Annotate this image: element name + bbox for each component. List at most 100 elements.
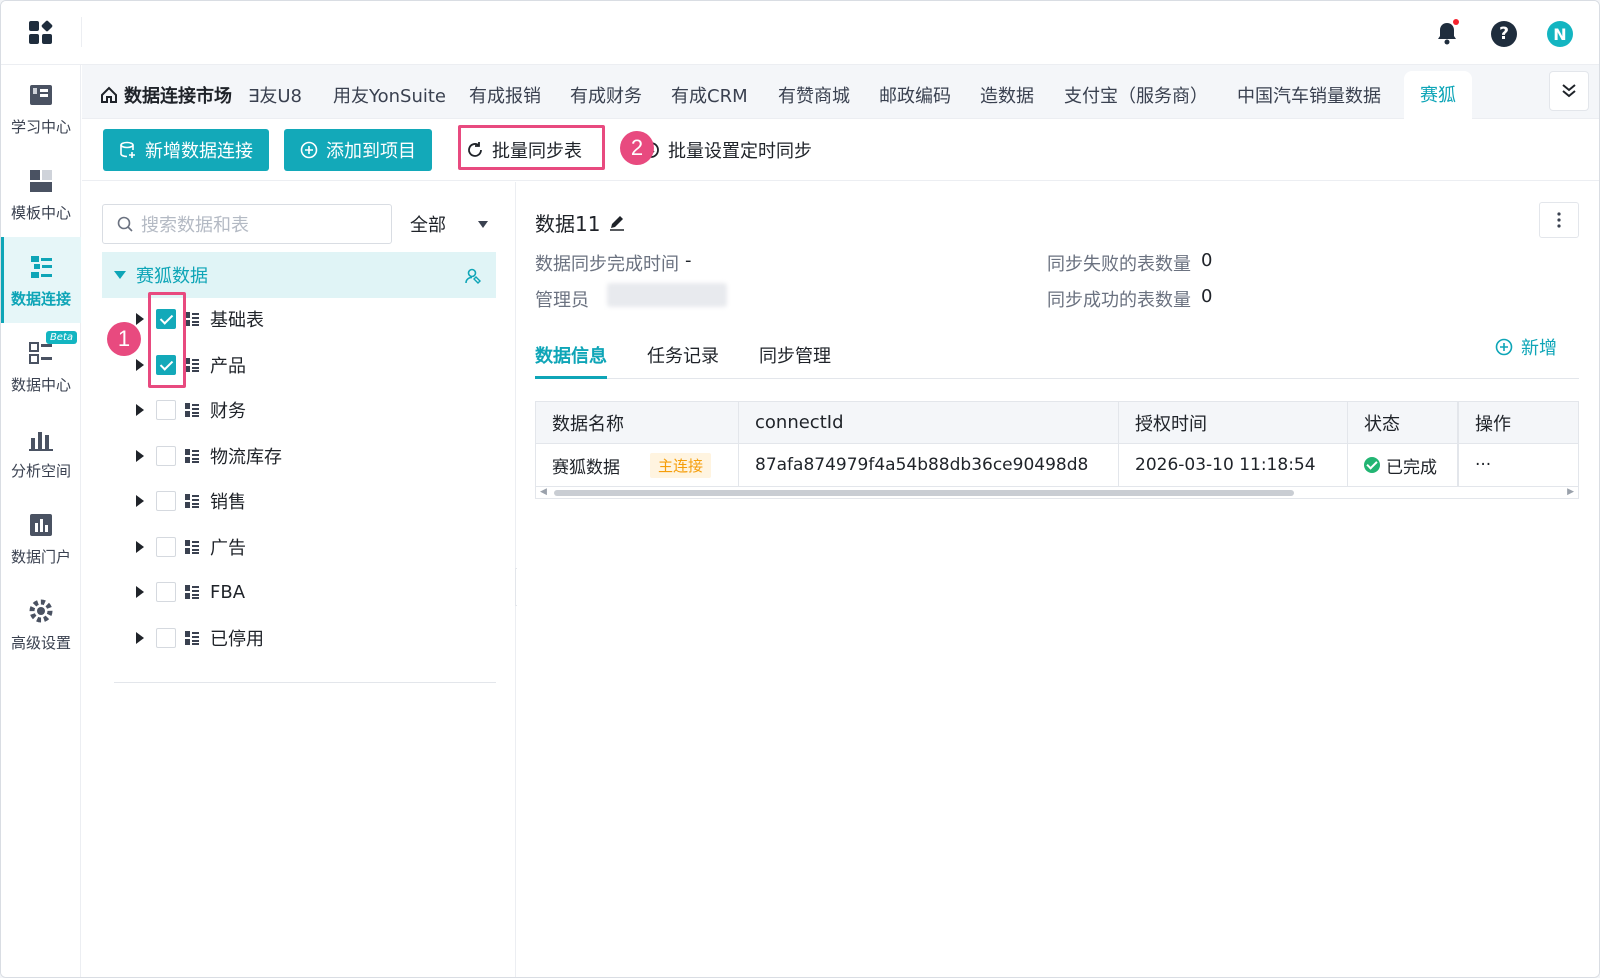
nav-item-data-center[interactable]: Beta 数据中心 xyxy=(1,323,81,409)
tree-checkbox[interactable] xyxy=(156,582,176,602)
tree-node[interactable]: 广告 xyxy=(136,531,246,563)
tab-postcode[interactable]: 邮政编码 xyxy=(879,82,951,108)
nav-item-advanced-settings[interactable]: 高级设置 xyxy=(1,581,81,667)
sync-success-label: 同步成功的表数量 xyxy=(1047,290,1191,311)
scroll-left-icon[interactable]: ◀ xyxy=(540,487,547,497)
new-connection-button[interactable]: 新增数据连接 xyxy=(103,129,269,171)
tree-node[interactable]: 财务 xyxy=(136,394,246,426)
tabs-more-button[interactable] xyxy=(1549,71,1589,111)
tab-data-info[interactable]: 数据信息 xyxy=(535,342,607,368)
tree-node-label: 财务 xyxy=(210,401,246,422)
table-icon xyxy=(185,585,199,599)
tab-home-label: 数据连接市场 xyxy=(124,86,232,107)
row-actions-button[interactable]: ··· xyxy=(1458,444,1578,486)
tree-node[interactable]: 销售 xyxy=(136,485,246,517)
expand-right-icon[interactable] xyxy=(136,359,144,371)
admin-label: 管理员 xyxy=(535,290,589,311)
table-header: 数据名称 connectId 授权时间 状态 操作 xyxy=(536,402,1578,444)
add-new-button[interactable]: 新增 xyxy=(1495,334,1557,360)
tree-node[interactable]: FBA xyxy=(136,576,245,608)
tree-checkbox[interactable] xyxy=(156,537,176,557)
nav-item-learning-center[interactable]: 学习中心 xyxy=(1,65,81,151)
more-actions-button[interactable] xyxy=(1539,202,1579,238)
step-badge-1: 1 xyxy=(107,322,141,356)
tree-node-label: 广告 xyxy=(210,538,246,559)
tree-node-label: 已停用 xyxy=(210,629,264,650)
template-center-icon xyxy=(30,169,52,192)
tree-node[interactable]: 物流库存 xyxy=(136,440,282,472)
tree-panel: 搜索数据和表 全部 赛狐数据 基础表 产品 1 财务 物流库存 销售 广告 FB… xyxy=(82,182,516,977)
batch-schedule-button[interactable]: 批量设置定时同步 xyxy=(630,129,860,171)
tree-node-label: 基础表 xyxy=(210,310,264,331)
nav-label: 学习中心 xyxy=(10,117,71,136)
user-permission-icon[interactable] xyxy=(464,267,482,285)
plus-circle-icon xyxy=(1495,338,1513,356)
tab-home-market[interactable]: 数据连接市场 xyxy=(100,82,232,108)
cell-status: 已完成 xyxy=(1348,444,1458,486)
tree-node-label: FBA xyxy=(210,581,246,603)
nav-label: 数据中心 xyxy=(10,375,71,394)
edit-icon[interactable] xyxy=(608,214,626,232)
nav-item-template-center[interactable]: 模板中心 xyxy=(1,151,81,237)
tab-youzan[interactable]: 有赞商城 xyxy=(778,82,850,108)
toolbar: 新增数据连接 添加到项目 批量同步表 批量设置定时同步 2 xyxy=(82,119,1599,181)
add-to-project-button[interactable]: 添加到项目 xyxy=(284,129,432,171)
table-row[interactable]: 赛狐数据 主连接 87afa874979f4a54b88db36ce90498d… xyxy=(536,444,1578,486)
expand-down-icon[interactable] xyxy=(114,271,126,279)
header-status: 状态 xyxy=(1348,402,1458,443)
expand-right-icon[interactable] xyxy=(136,495,144,507)
expand-right-icon[interactable] xyxy=(136,586,144,598)
tree-node-label: 销售 xyxy=(210,492,246,513)
nav-item-analysis-space[interactable]: 分析空间 xyxy=(1,409,81,495)
nav-item-data-connection[interactable]: 数据连接 xyxy=(1,237,81,323)
tab-crm[interactable]: 有成CRM xyxy=(671,82,748,108)
connector-tab-strip: 数据连接市场 ∃友U8 用友YonSuite 有成报销 有成财务 有成CRM 有… xyxy=(82,65,1599,119)
scroll-right-icon[interactable]: ▶ xyxy=(1567,487,1574,497)
nav-item-data-portal[interactable]: 数据门户 xyxy=(1,495,81,581)
tree-node[interactable]: 已停用 xyxy=(136,622,264,654)
bell-icon[interactable] xyxy=(1433,19,1461,47)
connections-table: 数据名称 connectId 授权时间 状态 操作 赛狐数据 主连接 87afa… xyxy=(535,401,1579,499)
expand-right-icon[interactable] xyxy=(136,313,144,325)
search-input[interactable]: 搜索数据和表 xyxy=(102,204,392,244)
header-actions: 操作 xyxy=(1458,402,1578,443)
apps-grid-icon[interactable] xyxy=(29,19,54,45)
tab-mock-data[interactable]: 造数据 xyxy=(980,82,1034,108)
scrollbar-thumb[interactable] xyxy=(554,490,1294,496)
expand-right-icon[interactable] xyxy=(136,450,144,462)
admin-value-redacted xyxy=(607,283,727,307)
plus-circle-icon xyxy=(300,141,318,159)
tree-checkbox[interactable] xyxy=(156,491,176,511)
tab-sync-management[interactable]: 同步管理 xyxy=(759,342,831,368)
help-icon[interactable]: ? xyxy=(1491,21,1517,47)
caret-down-icon xyxy=(478,220,488,228)
cell-auth-time: 2026-03-10 11:18:54 xyxy=(1119,444,1348,486)
tree-checkbox[interactable] xyxy=(156,446,176,466)
tab-saihu[interactable]: 赛狐 xyxy=(1404,71,1472,119)
tree-checkbox[interactable] xyxy=(156,400,176,420)
table-icon xyxy=(185,449,199,463)
row-name: 赛狐数据 xyxy=(552,457,620,478)
expand-right-icon[interactable] xyxy=(136,632,144,644)
check-circle-icon xyxy=(1364,457,1380,473)
tab-yonyou-u8[interactable]: ∃友U8 xyxy=(248,82,302,108)
tab-alipay[interactable]: 支付宝（服务商） xyxy=(1064,82,1208,108)
tabs-divider xyxy=(535,378,1579,379)
expand-right-icon[interactable] xyxy=(136,404,144,416)
tab-finance[interactable]: 有成财务 xyxy=(570,82,642,108)
tab-expense[interactable]: 有成报销 xyxy=(469,82,541,108)
detail-title-text: 数据11 xyxy=(535,212,601,236)
tree-checkbox[interactable] xyxy=(156,628,176,648)
nav-label: 分析空间 xyxy=(10,461,71,480)
tab-yonsuite[interactable]: 用友YonSuite xyxy=(333,82,446,108)
detail-panel: 数据11 数据同步完成时间 - 管理员 同步失败的表数量 0 同步成功的表数量 … xyxy=(517,182,1599,977)
filter-select[interactable]: 全部 xyxy=(402,204,494,244)
horizontal-scrollbar[interactable]: ◀ ▶ xyxy=(536,486,1578,498)
avatar[interactable]: N xyxy=(1547,21,1573,47)
tab-task-records[interactable]: 任务记录 xyxy=(647,342,719,368)
tab-car-sales[interactable]: 中国汽车销量数据 xyxy=(1237,82,1381,108)
analysis-space-icon xyxy=(29,431,53,451)
tree-root-label: 赛狐数据 xyxy=(136,266,208,287)
expand-right-icon[interactable] xyxy=(136,541,144,553)
table-icon xyxy=(185,403,199,417)
